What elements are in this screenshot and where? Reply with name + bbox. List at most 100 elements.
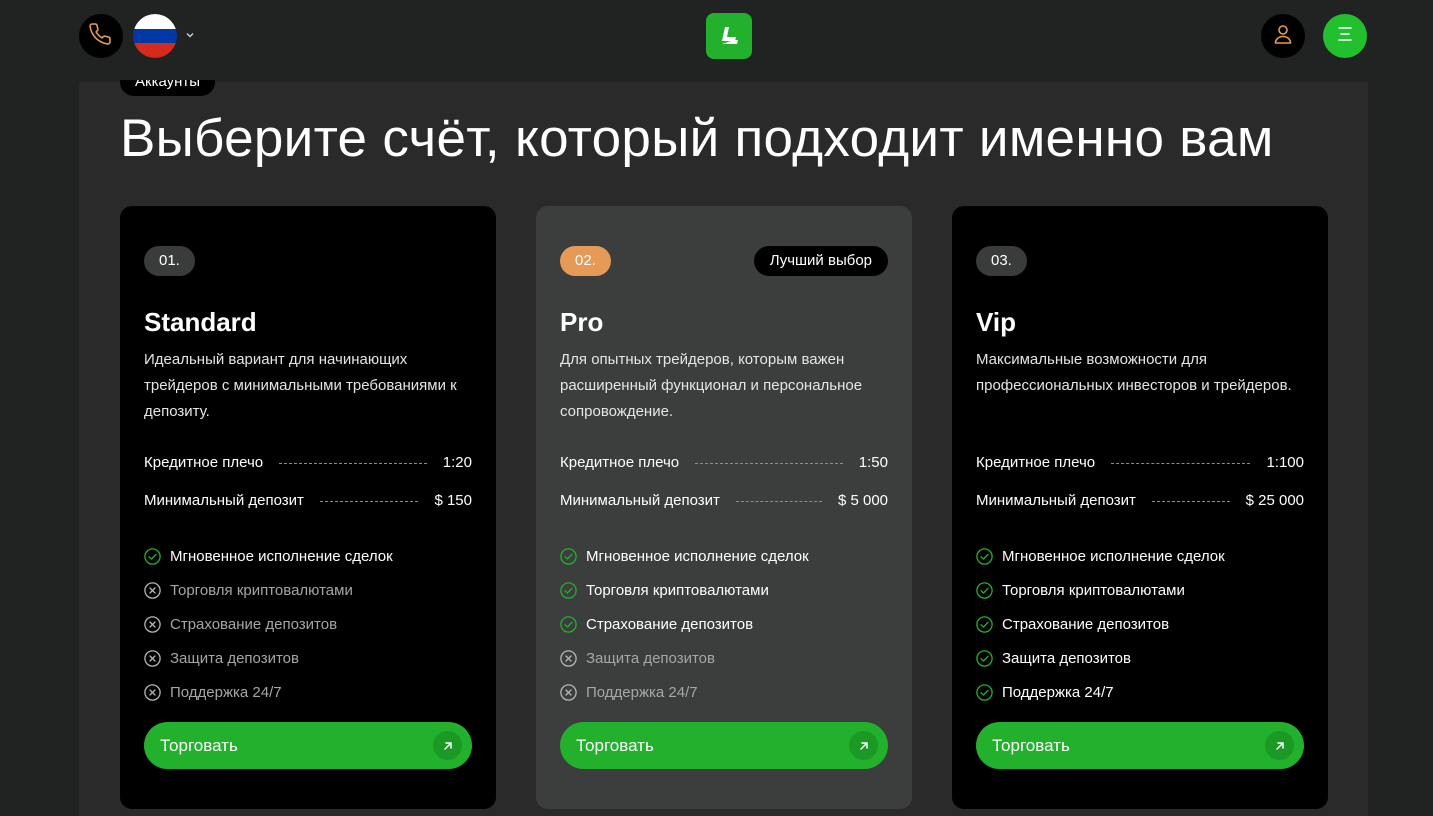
chevron-down-icon[interactable] [183, 28, 197, 42]
account-card-standard: 01. Standard Идеальный вариант для начин… [120, 206, 496, 809]
feature-item: Страхование депозитов [560, 607, 809, 641]
feature-list: Мгновенное исполнение сделок Торговля кри… [560, 539, 809, 709]
language-selector[interactable] [133, 14, 177, 58]
dotted-leader [279, 462, 427, 464]
card-title: Vip [976, 307, 1016, 337]
logo-icon[interactable] [706, 13, 752, 59]
feature-item: Мгновенное исполнение сделок [976, 539, 1225, 573]
spec-value: 1:20 [442, 453, 472, 471]
user-button[interactable] [1261, 14, 1305, 58]
spec-label: Минимальный депозит [144, 491, 304, 509]
spec-label: Минимальный депозит [560, 491, 720, 509]
feature-label: Торговля криптовалютами [586, 581, 769, 599]
spec-deposit: Минимальный депозит $ 25 000 [976, 489, 1304, 511]
x-circle-icon [560, 683, 577, 701]
spec-deposit: Минимальный депозит $ 150 [144, 489, 472, 511]
feature-label: Страхование депозитов [1002, 615, 1170, 633]
feature-label: Защита депозитов [1002, 649, 1131, 667]
feature-label: Защита депозитов [586, 649, 715, 667]
account-card-vip: 03. Vip Максимальные возможности для про… [952, 206, 1328, 809]
card-title: Pro [560, 307, 604, 337]
russia-flag-icon [133, 14, 177, 58]
phone-icon [89, 22, 113, 51]
check-circle-icon [144, 547, 161, 565]
site-header [0, 0, 1433, 80]
x-circle-icon [144, 683, 161, 701]
card-description: Для опытных трейдеров, которым важен рас… [560, 351, 863, 420]
check-circle-icon [560, 615, 577, 633]
feature-label: Страхование депозитов [586, 615, 754, 633]
feature-item: Поддержка 24/7 [976, 675, 1225, 709]
spec-deposit: Минимальный депозит $ 5 000 [560, 489, 888, 511]
feature-item: Поддержка 24/7 [144, 675, 393, 709]
spec-value: $ 25 000 [1245, 491, 1304, 509]
feature-item: Мгновенное исполнение сделок [144, 539, 393, 573]
x-circle-icon [144, 649, 161, 667]
dotted-leader [319, 500, 419, 502]
trade-button[interactable]: Торговать [976, 722, 1304, 769]
feature-label: Поддержка 24/7 [1002, 683, 1114, 701]
menu-icon [1336, 25, 1354, 48]
card-number-badge: 03. [976, 246, 1027, 276]
feature-item: Торговля криптовалютами [976, 573, 1225, 607]
feature-list: Мгновенное исполнение сделок Торговля кри… [976, 539, 1225, 709]
feature-item: Торговля криптовалютами [560, 573, 809, 607]
feature-item: Мгновенное исполнение сделок [560, 539, 809, 573]
x-circle-icon [144, 581, 161, 599]
spec-label: Кредитное плечо [560, 453, 680, 471]
check-circle-icon [976, 649, 993, 667]
x-circle-icon [144, 615, 161, 633]
arrow-up-right-icon [1265, 731, 1294, 760]
feature-label: Страхование депозитов [170, 615, 338, 633]
spec-leverage: Кредитное плечо 1:20 [144, 451, 472, 473]
check-circle-icon [976, 547, 993, 565]
spec-label: Минимальный депозит [976, 491, 1136, 509]
spec-label: Кредитное плечо [976, 453, 1096, 471]
dotted-leader [1151, 500, 1230, 502]
x-circle-icon [560, 649, 577, 667]
trade-button-label: Торговать [160, 735, 238, 755]
check-circle-icon [560, 581, 577, 599]
card-description: Идеальный вариант для начинающих трейдер… [144, 351, 457, 420]
arrow-up-right-icon [433, 731, 462, 760]
feature-item: Защита депозитов [976, 641, 1225, 675]
page-title: Выберите счёт, который подходит именно в… [120, 109, 1274, 168]
account-card-pro: 02. Лучший выбор Pro Для опытных трейдер… [536, 206, 912, 809]
feature-label: Торговля криптовалютами [170, 581, 353, 599]
feature-item: Защита депозитов [144, 641, 393, 675]
dotted-leader [1111, 462, 1251, 464]
feature-item: Защита депозитов [560, 641, 809, 675]
spec-value: 1:100 [1266, 453, 1304, 471]
feature-item: Торговля криптовалютами [144, 573, 393, 607]
check-circle-icon [976, 581, 993, 599]
card-number-badge: 02. [560, 246, 611, 276]
spec-leverage: Кредитное плечо 1:50 [560, 451, 888, 473]
feature-item: Страхование депозитов [976, 607, 1225, 641]
feature-item: Поддержка 24/7 [560, 675, 809, 709]
feature-label: Торговля криптовалютами [1002, 581, 1185, 599]
spec-label: Кредитное плечо [144, 453, 264, 471]
feature-label: Мгновенное исполнение сделок [586, 547, 809, 565]
feature-item: Страхование депозитов [144, 607, 393, 641]
dotted-leader [695, 462, 843, 464]
card-title: Standard [144, 307, 257, 337]
spec-value: $ 150 [434, 491, 472, 509]
arrow-up-right-icon [849, 731, 878, 760]
menu-button[interactable] [1323, 14, 1367, 58]
trade-button-label: Торговать [992, 735, 1070, 755]
check-circle-icon [560, 547, 577, 565]
card-description: Максимальные возможности для профессиона… [976, 351, 1292, 394]
feature-label: Мгновенное исполнение сделок [170, 547, 393, 565]
check-circle-icon [976, 683, 993, 701]
dotted-leader [735, 500, 822, 502]
feature-list: Мгновенное исполнение сделок Торговля кри… [144, 539, 393, 709]
spec-value: $ 5 000 [837, 491, 888, 509]
feature-label: Поддержка 24/7 [170, 683, 282, 701]
trade-button[interactable]: Торговать [144, 722, 472, 769]
feature-label: Мгновенное исполнение сделок [1002, 547, 1225, 565]
spec-value: 1:50 [858, 453, 888, 471]
user-icon [1271, 22, 1295, 51]
phone-button[interactable] [79, 14, 123, 58]
spec-leverage: Кредитное плечо 1:100 [976, 451, 1304, 473]
trade-button[interactable]: Торговать [560, 722, 888, 769]
